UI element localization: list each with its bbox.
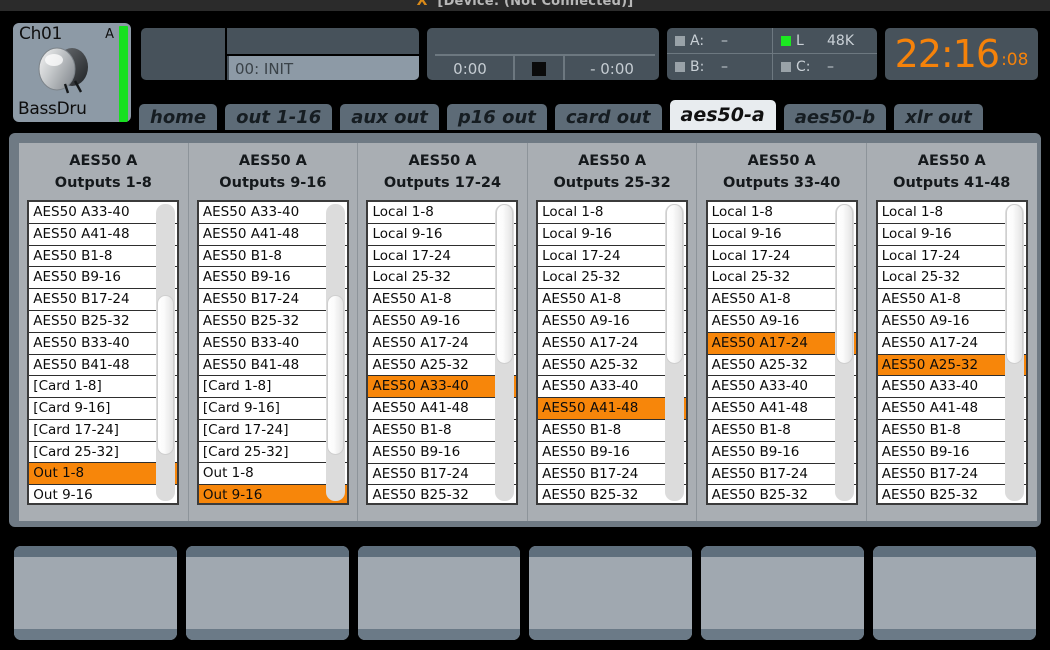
column-title-line2: Outputs 9-16 xyxy=(219,175,327,192)
clock-seconds: :08 xyxy=(1001,50,1029,70)
channel-level-meter xyxy=(119,26,128,122)
bass-drum-icon xyxy=(38,47,88,94)
routing-listbox-6[interactable]: Local 1-8 Local 9-16 Local 17-24 Local 25-3… xyxy=(875,199,1028,505)
bottom-button-5[interactable] xyxy=(699,544,867,642)
status-label-l: L xyxy=(796,32,804,49)
routing-column-3: AES50 A Outputs 17-24 Local 1-8 Local 9-16 L… xyxy=(358,143,528,521)
tab-aux-out[interactable]: aux out xyxy=(338,102,441,130)
tab-out-1-16[interactable]: out 1-16 xyxy=(223,102,335,130)
column-title-line2: Outputs 17-24 xyxy=(383,175,502,192)
scrollbar-2[interactable] xyxy=(325,203,345,501)
bottom-button-2[interactable] xyxy=(183,544,351,642)
status-label-a: A: xyxy=(690,32,705,49)
column-title-line1: AES50 A xyxy=(747,153,816,169)
column-title-line1: AES50 A xyxy=(69,153,138,169)
tab-p16-out[interactable]: p16 out xyxy=(444,102,549,130)
column-title-line2: Outputs 33-40 xyxy=(723,175,841,192)
bottom-button-bar xyxy=(6,538,1044,644)
stop-square-icon[interactable] xyxy=(515,62,563,76)
channel-strip[interactable]: Ch01 A BassDru xyxy=(10,20,134,125)
tab-xlr-out[interactable]: xlr out xyxy=(892,102,985,130)
status-value-c: – xyxy=(827,59,834,75)
status-cell-c: C: – xyxy=(772,54,877,80)
column-title-4: AES50 A Outputs 25-32 xyxy=(528,143,697,195)
column-title-5: AES50 A Outputs 33-40 xyxy=(697,143,866,195)
scrollbar-3[interactable] xyxy=(495,203,515,501)
column-title-6: AES50 A Outputs 41-48 xyxy=(867,143,1037,195)
scrollbar-5[interactable] xyxy=(834,203,854,501)
scrollbar-thumb[interactable] xyxy=(666,203,684,364)
column-title-line1: AES50 A xyxy=(578,153,647,169)
clock-time: 22:16 xyxy=(894,32,1001,76)
scrollbar-thumb[interactable] xyxy=(326,294,344,455)
channel-number-label: Ch01 xyxy=(19,24,63,44)
scene-name-display[interactable]: 00: INIT xyxy=(229,56,419,80)
routing-column-6: AES50 A Outputs 41-48 Local 1-8 Local 9-16 L… xyxy=(866,143,1037,521)
tab-home[interactable]: home xyxy=(137,102,220,130)
routing-column-1: AES50 A Outputs 1-8 Local 1-8Local 9-16Loc… xyxy=(19,143,189,521)
tab-aes50-a[interactable]: aes50-a xyxy=(667,98,778,130)
routing-listbox-5[interactable]: Local 1-8 Local 9-16 Local 17-24 Local 25-3… xyxy=(705,199,858,505)
app-chassis: Ch01 A BassDru 00: INIT 0:00 - 0:00 A: –… xyxy=(0,11,1050,650)
column-title-line1: AES50 A xyxy=(917,153,986,169)
status-value-b: – xyxy=(721,59,728,75)
elapsed-time-label: 0:00 xyxy=(453,60,487,78)
routing-column-2: AES50 A Outputs 9-16 Local 1-8Local 9-16Lo… xyxy=(188,143,359,521)
routing-column-4: AES50 A Outputs 25-32 Local 1-8 Local 9-16 L… xyxy=(527,143,698,521)
status-led-l xyxy=(781,35,791,46)
remaining-time-label: - 0:00 xyxy=(590,60,634,78)
status-value-l: 48K xyxy=(827,32,854,49)
column-title-line2: Outputs 1-8 xyxy=(54,175,152,192)
routing-panel: AES50 A Outputs 1-8 Local 1-8Local 9-16Loc… xyxy=(6,130,1044,530)
column-title-line1: AES50 A xyxy=(408,153,477,169)
status-cell-a: A: – xyxy=(667,28,772,54)
bottom-button-1[interactable] xyxy=(12,544,179,642)
routing-listbox-2[interactable]: Local 1-8Local 9-16Local 17-24Local 25-3… xyxy=(196,199,349,505)
window-title-bar: X [Device: (Not Connected)] xyxy=(0,0,1050,11)
column-title-2: AES50 A Outputs 9-16 xyxy=(189,143,358,195)
column-title-1: AES50 A Outputs 1-8 xyxy=(19,143,188,195)
routing-column-5: AES50 A Outputs 33-40 Local 1-8 Local 9-16 L… xyxy=(697,143,867,521)
transport-panel[interactable]: 0:00 - 0:00 xyxy=(425,26,661,82)
column-title-3: AES50 A Outputs 17-24 xyxy=(358,143,527,195)
routing-listbox-4[interactable]: Local 1-8 Local 9-16 Local 17-24 Local 25-3… xyxy=(536,199,689,505)
bottom-button-6[interactable] xyxy=(871,544,1038,642)
channel-strip-header: Ch01 A xyxy=(13,23,119,45)
status-panel: A: – L 48K B: – C: – xyxy=(665,26,879,82)
status-label-b: B: xyxy=(690,59,705,75)
status-led-a xyxy=(675,35,685,46)
tab-card-out[interactable]: card out xyxy=(552,102,664,130)
routing-listbox-3[interactable]: Local 1-8 Local 9-16 Local 17-24 Local 25-3… xyxy=(366,199,519,505)
scrollbar-1[interactable] xyxy=(156,203,176,501)
column-title-line2: Outputs 41-48 xyxy=(893,175,1011,192)
scrollbar-thumb[interactable] xyxy=(496,203,514,364)
tab-aes50-b[interactable]: aes50-b xyxy=(781,102,889,130)
routing-listbox-1[interactable]: Local 1-8Local 9-16Local 17-24Local 25-3… xyxy=(27,199,180,505)
window-title-text: [Device: (Not Connected)] xyxy=(437,0,634,9)
status-cell-b: B: – xyxy=(667,54,772,80)
column-title-line2: Outputs 25-32 xyxy=(553,175,671,192)
tab-bar: home out 1-16 aux out p16 out card out aes50-… xyxy=(137,98,1040,130)
status-label-c: C: xyxy=(796,59,811,75)
bottom-button-3[interactable] xyxy=(355,544,523,642)
status-led-c xyxy=(781,62,791,72)
channel-name-label: BassDru xyxy=(18,98,87,119)
routing-columns: AES50 A Outputs 1-8 Local 1-8Local 9-16Loc… xyxy=(19,143,1037,521)
scrollbar-thumb[interactable] xyxy=(1005,203,1023,364)
scene-panel[interactable]: 00: INIT xyxy=(139,26,421,82)
app-logo-icon: X xyxy=(416,0,428,9)
bottom-button-4[interactable] xyxy=(527,544,695,642)
status-led-b xyxy=(675,62,685,72)
scrollbar-thumb[interactable] xyxy=(157,294,175,455)
clock-panel: 22:16 :08 xyxy=(883,26,1040,82)
column-title-line1: AES50 A xyxy=(238,153,307,169)
scrollbar-thumb[interactable] xyxy=(835,203,853,364)
status-cell-l: L 48K xyxy=(772,28,877,54)
scrollbar-6[interactable] xyxy=(1004,203,1024,501)
channel-layer-label: A xyxy=(105,26,114,42)
scrollbar-4[interactable] xyxy=(665,203,685,501)
status-value-a: – xyxy=(721,32,728,49)
